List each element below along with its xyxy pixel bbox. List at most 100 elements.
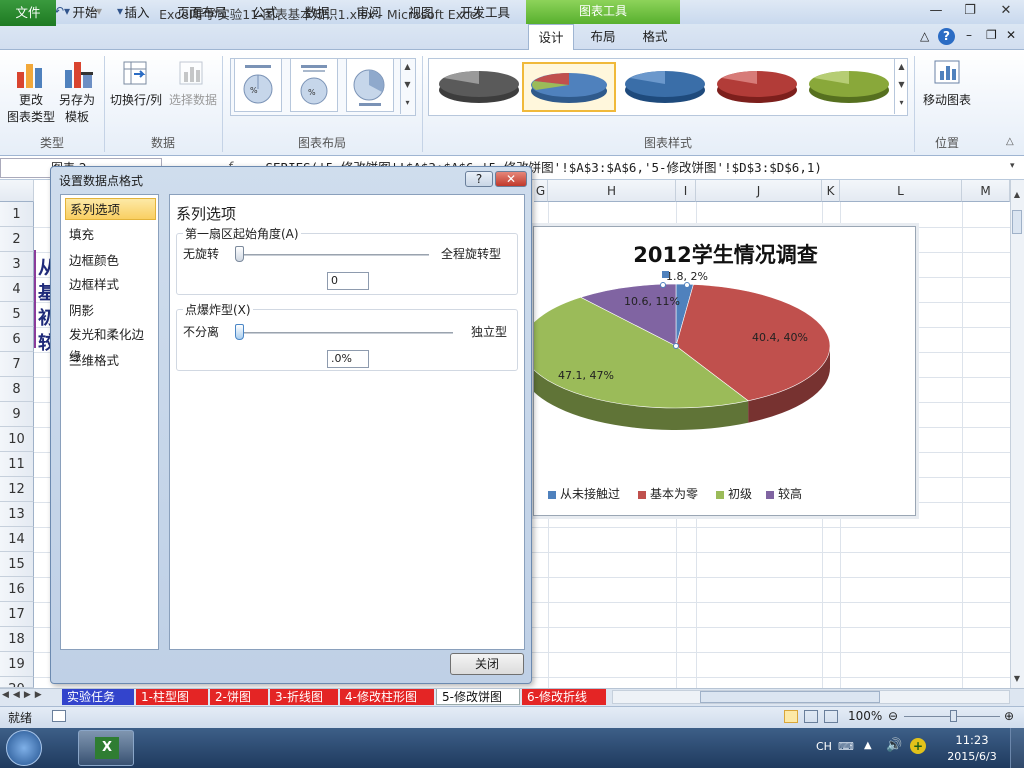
column-header[interactable]: J — [696, 180, 822, 202]
tray-app-icon[interactable]: + — [910, 738, 926, 754]
legend-item[interactable]: 初级 — [716, 485, 752, 502]
dialog-help-button[interactable]: ? — [465, 171, 493, 187]
row-header[interactable]: 8 — [0, 377, 34, 402]
explode-slider-thumb[interactable] — [235, 324, 244, 340]
legend-item[interactable]: 较高 — [766, 485, 802, 502]
sheet-tab[interactable]: 4-修改柱形图 — [340, 689, 434, 705]
volume-icon[interactable]: 🔊 — [886, 738, 902, 753]
row-header[interactable]: 11 — [0, 452, 34, 477]
switch-row-column-icon[interactable] — [120, 58, 152, 88]
nav-item-3d-format[interactable]: 三维格式 — [65, 350, 156, 372]
row-header[interactable]: 5 — [0, 302, 34, 327]
sheet-tab[interactable]: 3-折线图 — [270, 689, 338, 705]
doc-restore-icon[interactable]: ❐ — [986, 28, 997, 42]
switch-row-column-button[interactable]: 切换行/列 — [106, 92, 166, 109]
macro-record-icon[interactable] — [52, 710, 66, 722]
vertical-scrollbar[interactable] — [1010, 180, 1024, 688]
move-chart-button[interactable]: 移动图表 — [918, 92, 976, 109]
chart-layout-gallery-scroll[interactable]: ▲ ▼ ▾ — [400, 58, 414, 114]
ribbon-expand-icon[interactable]: △ — [1006, 136, 1014, 147]
tab-design[interactable]: 设计 — [528, 24, 574, 51]
row-header[interactable]: 15 — [0, 552, 34, 577]
row-header[interactable]: 19 — [0, 652, 34, 677]
nav-item-border-color[interactable]: 边框颜色 — [65, 250, 156, 272]
close-button[interactable]: 关闭 — [450, 653, 524, 675]
scroll-up-icon[interactable]: ▲ — [1012, 190, 1022, 204]
tab-file[interactable]: 文件 — [0, 0, 56, 26]
clock-time[interactable]: 11:23 — [944, 733, 1000, 747]
zoom-out-icon[interactable]: ⊖ — [888, 709, 898, 723]
selection-handle[interactable] — [660, 282, 666, 288]
zoom-slider-thumb[interactable] — [950, 710, 957, 722]
angle-slider-track[interactable] — [239, 254, 429, 256]
input-language[interactable]: CH — [816, 740, 832, 753]
row-header[interactable]: 1 — [0, 202, 34, 227]
horizontal-scroll-thumb[interactable] — [700, 691, 880, 703]
normal-view-icon[interactable] — [784, 710, 798, 723]
data-label-1[interactable]: 40.4, 40% — [752, 331, 808, 344]
chart-style-red-thumbnail[interactable] — [710, 62, 804, 112]
row-header[interactable]: 6 — [0, 327, 34, 352]
row-header[interactable]: 14 — [0, 527, 34, 552]
pie-chart-plot[interactable] — [534, 227, 917, 477]
change-chart-type-icon[interactable] — [14, 58, 48, 90]
explode-slider-track[interactable] — [239, 332, 453, 334]
tab-view[interactable]: 视图 — [400, 0, 442, 26]
selection-handle[interactable] — [684, 282, 690, 288]
sheet-tab[interactable]: 实验任务 — [62, 689, 134, 705]
column-header[interactable]: H — [548, 180, 676, 202]
row-header[interactable]: 9 — [0, 402, 34, 427]
select-data-icon[interactable] — [176, 58, 208, 88]
save-as-template-button[interactable]: 另存为 模板 — [52, 92, 102, 126]
data-label-2[interactable]: 47.1, 47% — [558, 369, 614, 382]
scroll-down-icon[interactable]: ▼ — [1012, 674, 1022, 688]
restore-icon[interactable]: ❐ — [958, 2, 982, 20]
minimize-icon[interactable]: — — [924, 2, 948, 20]
sheet-tab[interactable]: 1-柱型图 — [136, 689, 208, 705]
clock-date[interactable]: 2015/6/3 — [938, 750, 1006, 763]
data-label-3[interactable]: 10.6, 11% — [624, 295, 680, 308]
tab-format[interactable]: 格式 — [634, 24, 676, 50]
row-header[interactable]: 10 — [0, 427, 34, 452]
tray-expand-icon[interactable]: ▲ — [864, 740, 872, 751]
tab-insert[interactable]: 插入 — [114, 0, 160, 26]
start-button-icon[interactable] — [6, 730, 42, 766]
sheet-tab-active[interactable]: 5-修改饼图 — [436, 689, 520, 705]
nav-item-series-options[interactable]: 系列选项 — [65, 198, 156, 220]
chart-layout-1-thumbnail[interactable]: % — [234, 58, 282, 112]
legend-item[interactable]: 基本为零 — [638, 485, 698, 502]
sheet-tab[interactable]: 2-饼图 — [210, 689, 268, 705]
save-as-template-icon[interactable] — [62, 58, 96, 90]
zoom-in-icon[interactable]: ⊕ — [1004, 709, 1014, 723]
show-desktop-button[interactable] — [1010, 728, 1024, 768]
row-header[interactable]: 7 — [0, 352, 34, 377]
page-break-view-icon[interactable] — [824, 710, 838, 723]
row-header[interactable]: 18 — [0, 627, 34, 652]
chart-layout-3-thumbnail[interactable] — [346, 58, 394, 112]
tab-formulas[interactable]: 公式 — [244, 0, 286, 26]
close-window-icon[interactable]: ✕ — [994, 2, 1018, 20]
tab-review[interactable]: 审阅 — [348, 0, 390, 26]
chart-style-colorful-thumbnail[interactable] — [522, 62, 616, 112]
dialog-close-icon[interactable]: ✕ — [495, 171, 527, 187]
nav-item-fill[interactable]: 填充 — [65, 224, 156, 246]
move-chart-icon[interactable] — [932, 58, 962, 88]
expand-formula-icon[interactable]: ▾ — [1010, 161, 1015, 171]
sheet-tab[interactable]: 6-修改折线 — [522, 689, 606, 705]
select-all-corner[interactable] — [0, 180, 34, 202]
collapse-ribbon-icon[interactable]: △ — [920, 29, 929, 43]
chart-style-gray-thumbnail[interactable] — [432, 62, 526, 112]
tab-developer[interactable]: 开发工具 — [452, 0, 518, 26]
legend-item[interactable]: 从未接触过 — [548, 485, 620, 502]
chart-styles-gallery-scroll[interactable]: ▲ ▼ ▾ — [894, 58, 908, 114]
row-header[interactable]: 2 — [0, 227, 34, 252]
column-header[interactable]: M — [962, 180, 1010, 202]
help-icon[interactable]: ? — [938, 28, 955, 45]
selection-handle[interactable] — [673, 343, 679, 349]
row-header[interactable]: 13 — [0, 502, 34, 527]
angle-value-input[interactable]: 0 — [327, 272, 369, 290]
vertical-scroll-thumb[interactable] — [1012, 210, 1022, 234]
doc-minimize-icon[interactable]: – — [966, 28, 972, 42]
nav-item-border-style[interactable]: 边框样式 — [65, 274, 156, 296]
column-header[interactable]: I — [676, 180, 696, 202]
